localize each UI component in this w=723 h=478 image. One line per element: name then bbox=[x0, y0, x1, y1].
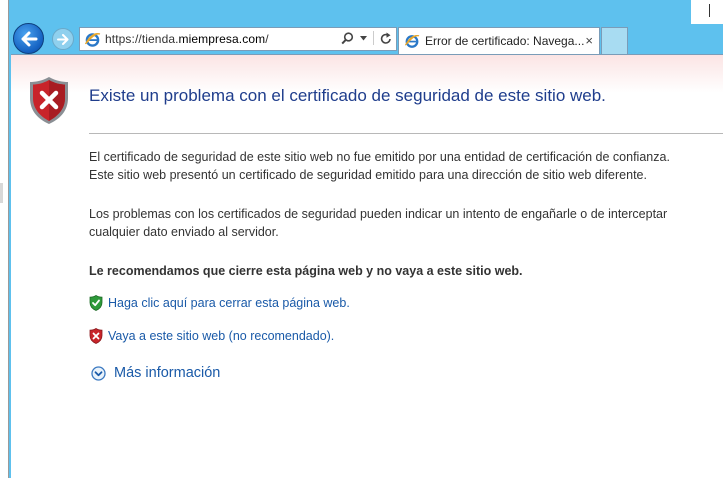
desktop-edge-handle bbox=[0, 183, 3, 203]
tab-title: Error de certificado: Navega... bbox=[425, 34, 585, 48]
ie-page-icon bbox=[84, 32, 101, 47]
tab-certificate-error[interactable]: Error de certificado: Navega... × bbox=[398, 27, 600, 54]
green-shield-check-icon bbox=[89, 295, 103, 311]
red-shield-x-icon bbox=[89, 328, 103, 344]
continue-to-site-option[interactable]: Vaya a este sitio web (no recomendado). bbox=[89, 328, 334, 344]
page-content: Existe un problema con el certificado de… bbox=[11, 54, 723, 478]
tab-close-button[interactable]: × bbox=[585, 34, 593, 47]
page-title: Existe un problema con el certificado de… bbox=[89, 86, 606, 105]
more-info-link[interactable]: Más información bbox=[114, 365, 220, 381]
description-line: El certificado de seguridad de este siti… bbox=[89, 150, 670, 164]
error-shield-icon bbox=[30, 77, 68, 124]
warning-line: cualquier dato enviado al servidor. bbox=[89, 225, 279, 239]
refresh-icon[interactable] bbox=[380, 32, 392, 45]
title-divider bbox=[89, 133, 723, 134]
address-separator bbox=[373, 31, 374, 45]
desktop-left-edge bbox=[0, 0, 9, 478]
description-line: Este sitio web presentó un certificado d… bbox=[89, 168, 647, 182]
address-tools bbox=[341, 31, 392, 45]
url-tail: / bbox=[265, 32, 269, 46]
address-bar[interactable]: https://tienda.miempresa.com/ bbox=[79, 27, 397, 51]
description-paragraph: El certificado de seguridad de este siti… bbox=[89, 148, 670, 184]
expand-circle-icon bbox=[91, 365, 106, 381]
chevron-down-icon[interactable] bbox=[360, 35, 367, 41]
browser-window: https://tienda.miempresa.com/ Error de c… bbox=[9, 0, 723, 478]
address-url[interactable]: https://tienda.miempresa.com/ bbox=[105, 32, 269, 46]
forward-button[interactable] bbox=[52, 28, 74, 50]
warning-paragraph: Los problemas con los certificados de se… bbox=[89, 205, 667, 241]
continue-to-site-link[interactable]: Vaya a este sitio web (no recomendado). bbox=[108, 329, 334, 343]
ie-page-icon bbox=[404, 34, 420, 48]
url-host: miempresa.com bbox=[178, 32, 266, 46]
forward-arrow-icon bbox=[57, 33, 69, 45]
back-button[interactable] bbox=[13, 23, 44, 54]
close-page-option[interactable]: Haga clic aquí para cerrar esta página w… bbox=[89, 295, 350, 311]
warning-line: Los problemas con los certificados de se… bbox=[89, 207, 668, 221]
search-icon[interactable] bbox=[341, 31, 354, 45]
new-tab-button[interactable] bbox=[601, 27, 628, 54]
back-arrow-icon bbox=[21, 31, 37, 46]
url-scheme: https://tienda. bbox=[105, 32, 179, 46]
window-corner bbox=[691, 0, 723, 24]
recommendation-text: Le recomendamos que cierre esta página w… bbox=[89, 264, 523, 278]
close-page-link[interactable]: Haga clic aquí para cerrar esta página w… bbox=[108, 296, 350, 310]
more-info-toggle[interactable]: Más información bbox=[91, 365, 220, 381]
